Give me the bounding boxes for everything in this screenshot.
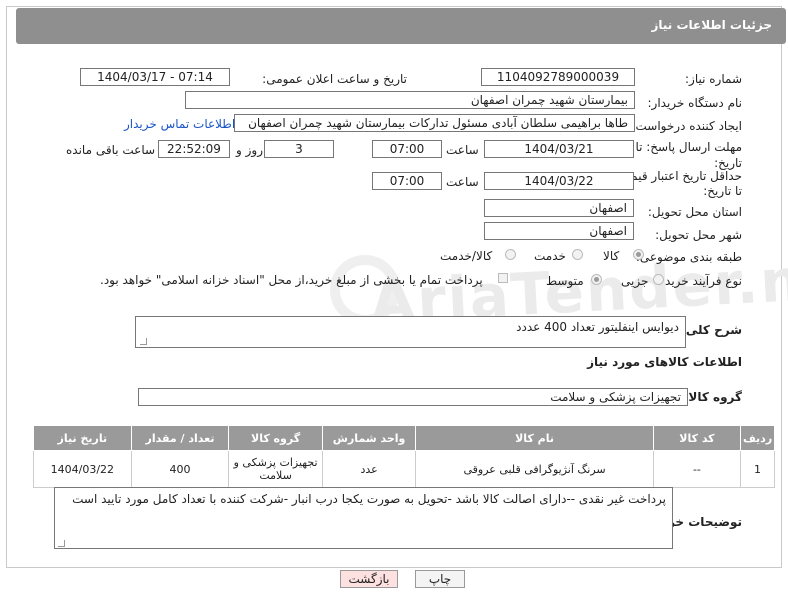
process-minor-label: جزیی xyxy=(621,274,649,288)
cell-date: 1404/03/22 xyxy=(33,450,132,488)
buyer-notes-textarea[interactable]: پرداخت غیر نقدی --دارای اصالت کالا باشد … xyxy=(54,487,673,549)
category-goods-radio[interactable] xyxy=(633,249,644,260)
table-header-row: ردیف کد کالا نام کالا واحد شمارش گروه کا… xyxy=(33,425,775,451)
summary-textarea[interactable]: دیوایس اینفلیتور تعداد 400 عددد xyxy=(135,316,686,348)
cell-name: سرنگ آنژیوگرافی قلبی عروقی xyxy=(415,450,654,488)
process-label: نوع فرآیند خرید : xyxy=(657,274,742,288)
validity-date-field[interactable]: 1404/03/22 xyxy=(484,172,634,190)
panel-header: جزئیات اطلاعات نیاز xyxy=(16,8,786,44)
days-field[interactable]: 3 xyxy=(264,140,334,158)
remaining-time-field[interactable]: 22:52:09 xyxy=(158,140,230,158)
treasury-payment-checkbox[interactable] xyxy=(498,273,508,283)
days-label: روز و xyxy=(236,143,263,157)
announce-field[interactable]: 1404/03/17 - 07:14 xyxy=(80,68,230,86)
goods-group-field[interactable]: تجهیزات پزشکی و سلامت xyxy=(138,388,688,406)
category-goods-service-radio[interactable] xyxy=(505,249,516,260)
city-field[interactable]: اصفهان xyxy=(484,222,634,240)
page-title: جزئیات اطلاعات نیاز xyxy=(651,18,772,32)
announce-label: تاریخ و ساعت اعلان عمومی: xyxy=(262,72,407,86)
cell-code: -- xyxy=(652,450,742,488)
summary-resize-handle[interactable] xyxy=(140,338,147,345)
buyer-notes-resize-handle[interactable] xyxy=(58,540,65,547)
category-label: طبقه بندی موضوعی: xyxy=(635,250,742,264)
province-label: استان محل تحویل: xyxy=(647,205,742,219)
cell-unit: عدد xyxy=(321,450,417,488)
col-quantity: تعداد / مقدار xyxy=(130,425,230,451)
validity-label-date: تا تاریخ: xyxy=(703,184,742,198)
validity-time-label: ساعت xyxy=(446,175,479,189)
validity-time-field[interactable]: 07:00 xyxy=(372,172,442,190)
deadline-date-field[interactable]: 1404/03/21 xyxy=(484,140,634,158)
goods-info-title: اطلاعات کالاهای مورد نیاز xyxy=(587,355,742,369)
table-row[interactable]: 1 -- سرنگ آنژیوگرافی قلبی عروقی عدد تجهی… xyxy=(33,450,775,488)
cell-row: 1 xyxy=(740,450,775,488)
goods-group-label: گروه کالا: xyxy=(683,390,742,404)
items-table: ردیف کد کالا نام کالا واحد شمارش گروه کا… xyxy=(33,425,775,488)
requester-label: ایجاد کننده درخواست: xyxy=(631,119,742,133)
back-button[interactable]: بازگشت xyxy=(340,570,398,588)
category-goods-label: کالا xyxy=(603,249,620,263)
validity-label: حداقل تاریخ اعتبار قیمت: xyxy=(615,169,742,183)
print-button[interactable]: چاپ xyxy=(415,570,465,588)
deadline-label-date: تاریخ: xyxy=(714,156,742,170)
need-number-label: شماره نیاز: xyxy=(685,72,742,86)
cell-group: تجهیزات پزشکی و سلامت xyxy=(228,450,323,488)
col-code: کد کالا xyxy=(652,425,742,451)
province-field[interactable]: اصفهان xyxy=(484,199,634,217)
deadline-time-label: ساعت xyxy=(446,143,479,157)
col-date: تاریخ نیاز xyxy=(33,425,132,451)
category-service-radio[interactable] xyxy=(572,249,583,260)
buyer-org-label: نام دستگاه خریدار: xyxy=(647,96,743,110)
deadline-time-field[interactable]: 07:00 xyxy=(372,140,442,158)
deadline-label: مهلت ارسال پاسخ: تا xyxy=(635,140,742,154)
col-name: نام کالا xyxy=(415,425,654,451)
city-label: شهر محل تحویل: xyxy=(655,228,742,242)
need-number-field[interactable]: 1104092789000039 xyxy=(481,68,635,86)
category-service-label: خدمت xyxy=(534,249,566,263)
process-medium-label: متوسط xyxy=(546,274,584,288)
process-medium-radio[interactable] xyxy=(591,274,602,285)
process-minor-radio[interactable] xyxy=(653,274,664,285)
buyer-org-field[interactable]: بیمارستان شهید چمران اصفهان xyxy=(185,91,635,109)
remaining-label: ساعت باقی مانده xyxy=(66,143,156,157)
col-unit: واحد شمارش xyxy=(321,425,417,451)
col-group: گروه کالا xyxy=(228,425,323,451)
treasury-payment-note: پرداخت تمام یا بخشی از مبلغ خرید،از محل … xyxy=(100,273,483,287)
category-goods-service-label: کالا/خدمت xyxy=(440,249,493,263)
col-row: ردیف xyxy=(740,425,775,451)
cell-quantity: 400 xyxy=(130,450,230,488)
requester-field[interactable]: طاها براهیمی سلطان آبادی مسئول تدارکات ب… xyxy=(234,114,635,132)
contact-info-link[interactable]: اطلاعات تماس خریدار xyxy=(124,117,235,131)
